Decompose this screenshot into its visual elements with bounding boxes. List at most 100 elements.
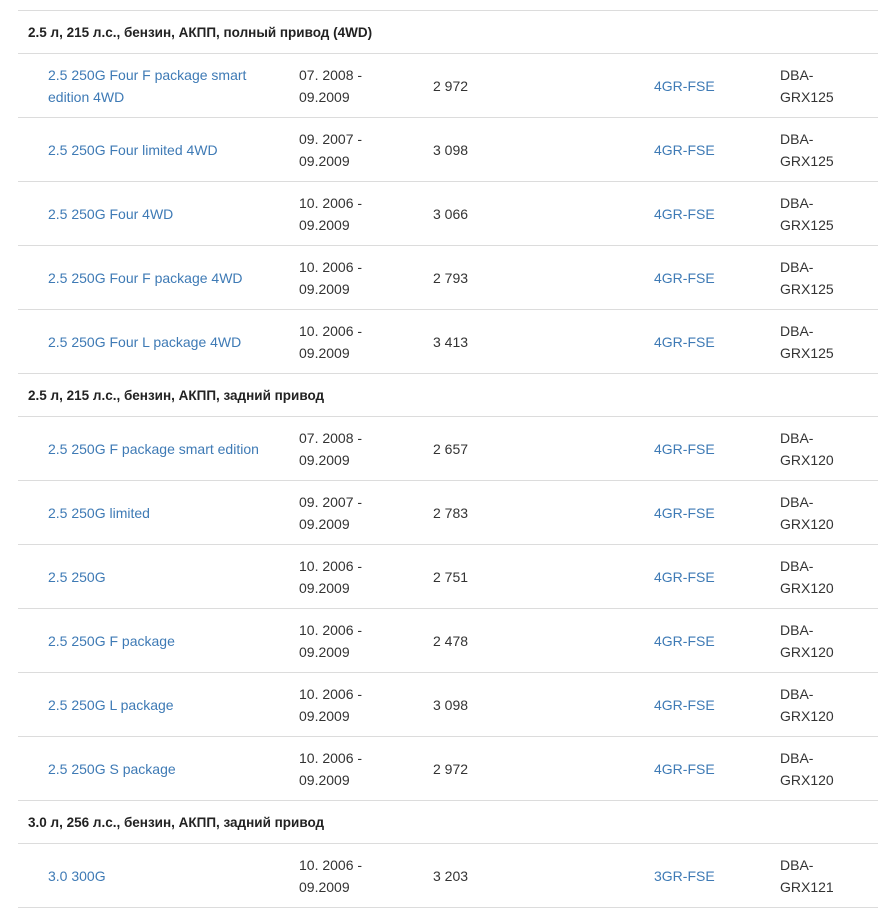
body-code-cell: DBA- GRX120 <box>780 609 870 672</box>
engine-code-link[interactable]: 4GR-FSE <box>654 75 715 97</box>
body-code-cell: DBA- GRX120 <box>780 545 870 608</box>
group-header: 2.5 л, 215 л.с., бензин, АКПП, задний пр… <box>18 374 878 417</box>
body-code: DBA- GRX120 <box>780 557 834 596</box>
body-code-cell: DBA- GRX121 <box>780 844 870 907</box>
body-code-cell: DBA- GRX125 <box>780 310 870 373</box>
trim-name-link[interactable]: 2.5 250G Four 4WD <box>48 203 173 225</box>
engine-code-link-cell: 4GR-FSE <box>654 118 754 181</box>
body-code-cell: DBA- GRX125 <box>780 118 870 181</box>
body-code-cell: DBA- GRX125 <box>780 182 870 245</box>
price-value-cell: 3 098 <box>433 673 533 736</box>
engine-code-link[interactable]: 4GR-FSE <box>654 502 715 524</box>
table-row: 2.5 250G 10. 2006 - 09.2009 2 751 4GR-FSE DB… <box>18 545 878 609</box>
price-value: 3 203 <box>433 867 469 884</box>
trim-name-link-cell: 2.5 250G <box>48 545 288 608</box>
body-code: DBA- GRX121 <box>780 856 834 895</box>
trim-name-link[interactable]: 2.5 250G Four L package 4WD <box>48 331 241 353</box>
engine-code-link[interactable]: 4GR-FSE <box>654 139 715 161</box>
body-code: DBA- GRX120 <box>780 685 834 724</box>
production-period: 10. 2006 - 09.2009 <box>299 194 363 233</box>
trim-name-link[interactable]: 2.5 250G Four F package smart edition 4W… <box>48 64 288 108</box>
production-period: 10. 2006 - 09.2009 <box>299 621 363 660</box>
table-row: 2.5 250G Four L package 4WD 10. 2006 - 09… <box>18 310 878 374</box>
production-period: 10. 2006 - 09.2009 <box>299 685 363 724</box>
body-code-cell: DBA- GRX120 <box>780 737 870 800</box>
group-header: 2.5 л, 215 л.с., бензин, АКПП, полный пр… <box>18 11 878 54</box>
trim-name-link[interactable]: 2.5 250G S package <box>48 758 176 780</box>
production-period: 10. 2006 - 09.2009 <box>299 258 363 297</box>
price-value: 3 098 <box>433 696 469 713</box>
engine-code-link[interactable]: 3GR-FSE <box>654 865 715 887</box>
price-value: 2 972 <box>433 77 469 94</box>
production-period-cell: 10. 2006 - 09.2009 <box>299 673 409 736</box>
engine-code-link-cell: 4GR-FSE <box>654 54 754 117</box>
body-code: DBA- GRX125 <box>780 130 834 169</box>
trim-name-link-cell: 2.5 250G Four F package smart edition 4W… <box>48 54 288 117</box>
engine-code-link[interactable]: 4GR-FSE <box>654 331 715 353</box>
engine-code-link-cell: 4GR-FSE <box>654 246 754 309</box>
engine-code-link[interactable]: 4GR-FSE <box>654 758 715 780</box>
production-period: 07. 2008 - 09.2009 <box>299 429 363 468</box>
table-row: 2.5 250G F package smart edition 07. 2008… <box>18 417 878 481</box>
engine-code-link[interactable]: 4GR-FSE <box>654 438 715 460</box>
trim-name-link[interactable]: 2.5 250G Four F package 4WD <box>48 267 243 289</box>
trim-name-link[interactable]: 2.5 250G F package <box>48 630 175 652</box>
engine-code-link-cell: 4GR-FSE <box>654 545 754 608</box>
body-code: DBA- GRX125 <box>780 258 834 297</box>
body-code: DBA- GRX125 <box>780 322 834 361</box>
price-value: 2 478 <box>433 632 469 649</box>
engine-code-link-cell: 4GR-FSE <box>654 310 754 373</box>
production-period-cell: 07. 2008 - 09.2009 <box>299 417 409 480</box>
price-value-cell: 3 066 <box>433 182 533 245</box>
engine-code-link[interactable]: 4GR-FSE <box>654 630 715 652</box>
production-period: 10. 2006 - 09.2009 <box>299 557 363 596</box>
engine-code-link-cell: 4GR-FSE <box>654 481 754 544</box>
trim-name-link[interactable]: 2.5 250G <box>48 566 106 588</box>
body-code-cell: DBA- GRX120 <box>780 673 870 736</box>
table-row: 2.5 250G Four 4WD 10. 2006 - 09.2009 3 066… <box>18 182 878 246</box>
production-period: 09. 2007 - 09.2009 <box>299 493 363 532</box>
production-period: 10. 2006 - 09.2009 <box>299 856 363 895</box>
price-value: 3 098 <box>433 141 469 158</box>
table-row: 2.5 250G F package 10. 2006 - 09.2009 2 47… <box>18 609 878 673</box>
trim-name-link-cell: 2.5 250G S package <box>48 737 288 800</box>
production-period-cell: 10. 2006 - 09.2009 <box>299 545 409 608</box>
trim-name-link[interactable]: 2.5 250G F package smart edition <box>48 438 259 460</box>
trim-name-link-cell: 2.5 250G Four F package 4WD <box>48 246 288 309</box>
trim-name-link[interactable]: 2.5 250G limited <box>48 502 150 524</box>
trim-table: 2.5 л, 215 л.с., бензин, АКПП, полный пр… <box>18 10 878 908</box>
price-value-cell: 3 098 <box>433 118 533 181</box>
production-period: 10. 2006 - 09.2009 <box>299 322 363 361</box>
price-value-cell: 2 657 <box>433 417 533 480</box>
trim-name-link-cell: 2.5 250G limited <box>48 481 288 544</box>
trim-name-link-cell: 2.5 250G Four 4WD <box>48 182 288 245</box>
body-code: DBA- GRX120 <box>780 749 834 788</box>
table-row: 3.0 300G 10. 2006 - 09.2009 3 203 3GR-FSE DB… <box>18 844 878 908</box>
trim-name-link[interactable]: 2.5 250G L package <box>48 694 174 716</box>
engine-code-link[interactable]: 4GR-FSE <box>654 694 715 716</box>
production-period: 07. 2008 - 09.2009 <box>299 66 363 105</box>
trim-name-link[interactable]: 2.5 250G Four limited 4WD <box>48 139 218 161</box>
production-period-cell: 07. 2008 - 09.2009 <box>299 54 409 117</box>
production-period-cell: 09. 2007 - 09.2009 <box>299 481 409 544</box>
price-value-cell: 2 478 <box>433 609 533 672</box>
table-row: 2.5 250G S package 10. 2006 - 09.2009 2 97… <box>18 737 878 801</box>
group-header: 3.0 л, 256 л.с., бензин, АКПП, задний пр… <box>18 801 878 844</box>
trim-name-link-cell: 2.5 250G F package <box>48 609 288 672</box>
engine-code-link[interactable]: 4GR-FSE <box>654 267 715 289</box>
price-value-cell: 3 413 <box>433 310 533 373</box>
trim-name-link-cell: 2.5 250G F package smart edition <box>48 417 288 480</box>
body-code: DBA- GRX120 <box>780 621 834 660</box>
engine-code-link[interactable]: 4GR-FSE <box>654 203 715 225</box>
price-value-cell: 2 751 <box>433 545 533 608</box>
price-value: 2 783 <box>433 504 469 521</box>
trim-name-link[interactable]: 3.0 300G <box>48 865 106 887</box>
engine-code-link[interactable]: 4GR-FSE <box>654 566 715 588</box>
production-period-cell: 10. 2006 - 09.2009 <box>299 246 409 309</box>
production-period-cell: 10. 2006 - 09.2009 <box>299 182 409 245</box>
price-value-cell: 2 783 <box>433 481 533 544</box>
price-value: 2 657 <box>433 440 469 457</box>
production-period: 09. 2007 - 09.2009 <box>299 130 363 169</box>
trim-name-link-cell: 2.5 250G Four limited 4WD <box>48 118 288 181</box>
production-period-cell: 10. 2006 - 09.2009 <box>299 310 409 373</box>
